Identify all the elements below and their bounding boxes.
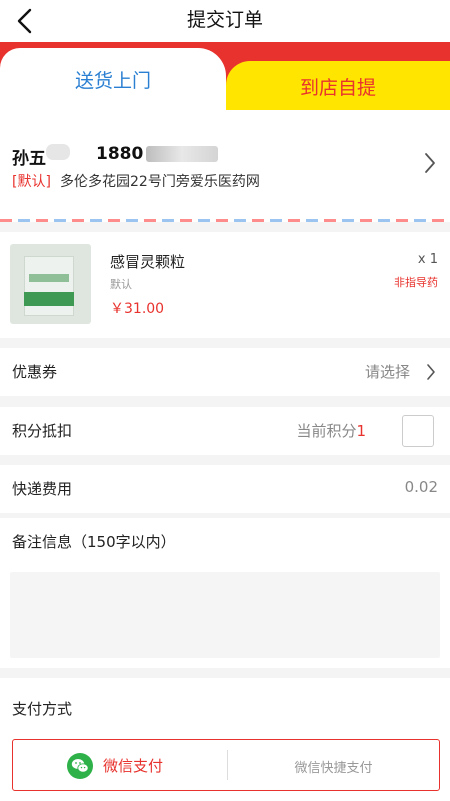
tab-pickup-label: 到店自提 — [299, 77, 376, 99]
top-bar: 提交订单 — [0, 0, 450, 42]
coupon-row[interactable]: 优惠券 请选择 — [0, 348, 450, 396]
shipping-row: 快递费用 0.02 — [0, 465, 450, 513]
pay-option-wechat-quick-label: 微信快捷支付 — [294, 761, 373, 776]
pay-option-wechat-label: 微信支付 — [103, 757, 164, 775]
product-item: 感冒灵颗粒 默认 ￥31.00 x 1 非指导药 — [0, 232, 450, 338]
tab-pickup[interactable]: 到店自提 — [226, 61, 450, 110]
recipient-phone: 1880 — [96, 144, 144, 164]
recipient-name: 孙五 — [12, 149, 46, 169]
address-detail: 多伦多花园22号门旁爱乐医药网 — [60, 174, 260, 190]
remarks-input[interactable] — [10, 572, 440, 658]
remarks-section: 备注信息（150字以内） — [0, 518, 450, 668]
page-title: 提交订单 — [186, 9, 263, 31]
points-row: 积分抵扣 当前积分1 — [0, 407, 450, 455]
address-card[interactable]: 孙五 1880 [默认] 多伦多花园22号门旁爱乐医药网 — [0, 110, 450, 222]
product-spec: 默认 — [110, 278, 132, 291]
product-name: 感冒灵颗粒 — [110, 253, 186, 271]
shipping-label: 快递费用 — [12, 480, 73, 498]
points-label: 积分抵扣 — [12, 422, 73, 440]
shipping-value: 0.02 — [404, 478, 438, 496]
product-price: ￥31.00 — [110, 301, 165, 317]
address-divider-stripe — [0, 219, 450, 222]
points-balance: 当前积分1 — [296, 420, 366, 441]
chevron-right-icon — [425, 153, 435, 173]
pay-option-wechat[interactable]: 微信支付 — [13, 740, 227, 790]
product-box-label-graphic — [29, 274, 69, 282]
points-balance-text: 当前积分 — [296, 422, 357, 440]
product-quantity: x 1 — [417, 252, 438, 267]
tab-delivery-label: 送货上门 — [74, 70, 151, 92]
product-box-graphic — [24, 256, 74, 316]
points-balance-value: 1 — [356, 422, 366, 440]
wechat-icon — [67, 753, 93, 779]
payment-section: 支付方式 微信支付 微信快捷支付 — [0, 678, 450, 801]
default-address-tag: [默认] — [12, 174, 51, 190]
product-image — [10, 244, 91, 324]
chevron-right-icon — [427, 364, 435, 380]
product-badge: 非指导药 — [394, 276, 438, 289]
points-checkbox[interactable] — [402, 415, 434, 447]
delivery-tabs: 送货上门 到店自提 — [0, 42, 450, 110]
name-redaction — [46, 144, 70, 160]
coupon-label: 优惠券 — [12, 363, 58, 381]
phone-redaction — [146, 146, 218, 162]
product-box-band-graphic — [24, 292, 74, 306]
payment-label: 支付方式 — [12, 700, 73, 718]
tab-delivery[interactable]: 送货上门 — [0, 48, 226, 110]
remarks-label: 备注信息（150字以内） — [12, 533, 176, 551]
coupon-value: 请选择 — [364, 363, 410, 381]
payment-options: 微信支付 微信快捷支付 — [12, 739, 440, 791]
pay-option-wechat-quick[interactable]: 微信快捷支付 — [228, 740, 439, 790]
